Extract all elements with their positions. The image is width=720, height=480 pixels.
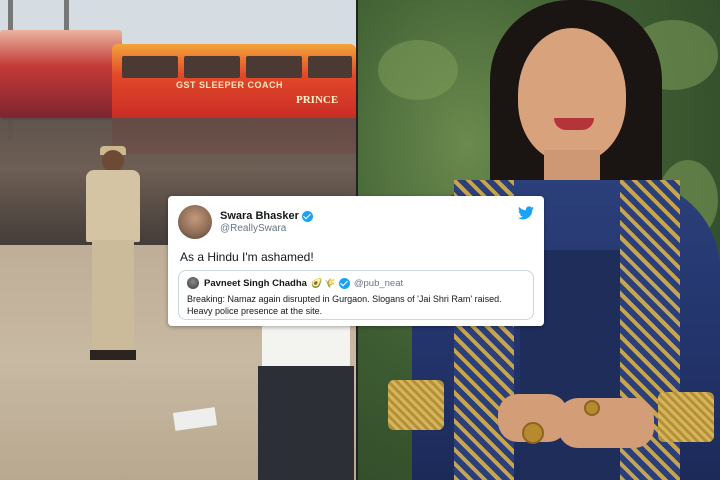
author-handle[interactable]: @ReallySwara <box>220 223 313 234</box>
hand <box>558 398 654 448</box>
tweet-header: Swara Bhasker @ReallySwara <box>178 204 534 240</box>
sleeve-cuff <box>658 392 714 442</box>
avatar[interactable] <box>178 205 212 239</box>
quoted-tweet-header: Pavneet Singh Chadha 🥑 🌾 @pub_neat <box>187 276 525 290</box>
quoted-author-emoji: 🥑 🌾 <box>310 277 336 288</box>
bus-brand: PRINCE <box>296 94 339 106</box>
tweet-author: Swara Bhasker @ReallySwara <box>220 210 313 234</box>
quoted-author-handle: @pub_neat <box>353 277 404 289</box>
quoted-avatar <box>187 277 199 289</box>
bus-text: GST SLEEPER COACH <box>176 80 284 90</box>
smile <box>554 118 594 130</box>
author-name[interactable]: Swara Bhasker <box>220 210 299 222</box>
ring <box>584 400 600 416</box>
quoted-verified-badge-icon <box>338 277 350 289</box>
sleeve-cuff <box>388 380 444 430</box>
tweet-text: As a Hindu I'm ashamed! <box>180 250 314 264</box>
bus-window <box>122 56 178 78</box>
background-bus <box>0 30 122 120</box>
quoted-tweet-text: Breaking: Namaz again disrupted in Gurga… <box>187 294 502 316</box>
bus-window <box>246 56 302 78</box>
man-foreground <box>258 320 354 480</box>
quoted-tweet[interactable]: Pavneet Singh Chadha 🥑 🌾 @pub_neat Break… <box>178 270 534 320</box>
face <box>518 28 626 162</box>
bus-window <box>308 56 352 78</box>
bus-window <box>184 56 240 78</box>
twitter-bird-icon <box>518 206 534 220</box>
verified-badge-icon <box>301 210 313 222</box>
tweet-card: Swara Bhasker @ReallySwara As a Hindu I'… <box>168 196 544 326</box>
police-officer <box>80 146 146 362</box>
quoted-author-name: Pavneet Singh Chadha <box>204 277 307 289</box>
ring <box>522 422 544 444</box>
